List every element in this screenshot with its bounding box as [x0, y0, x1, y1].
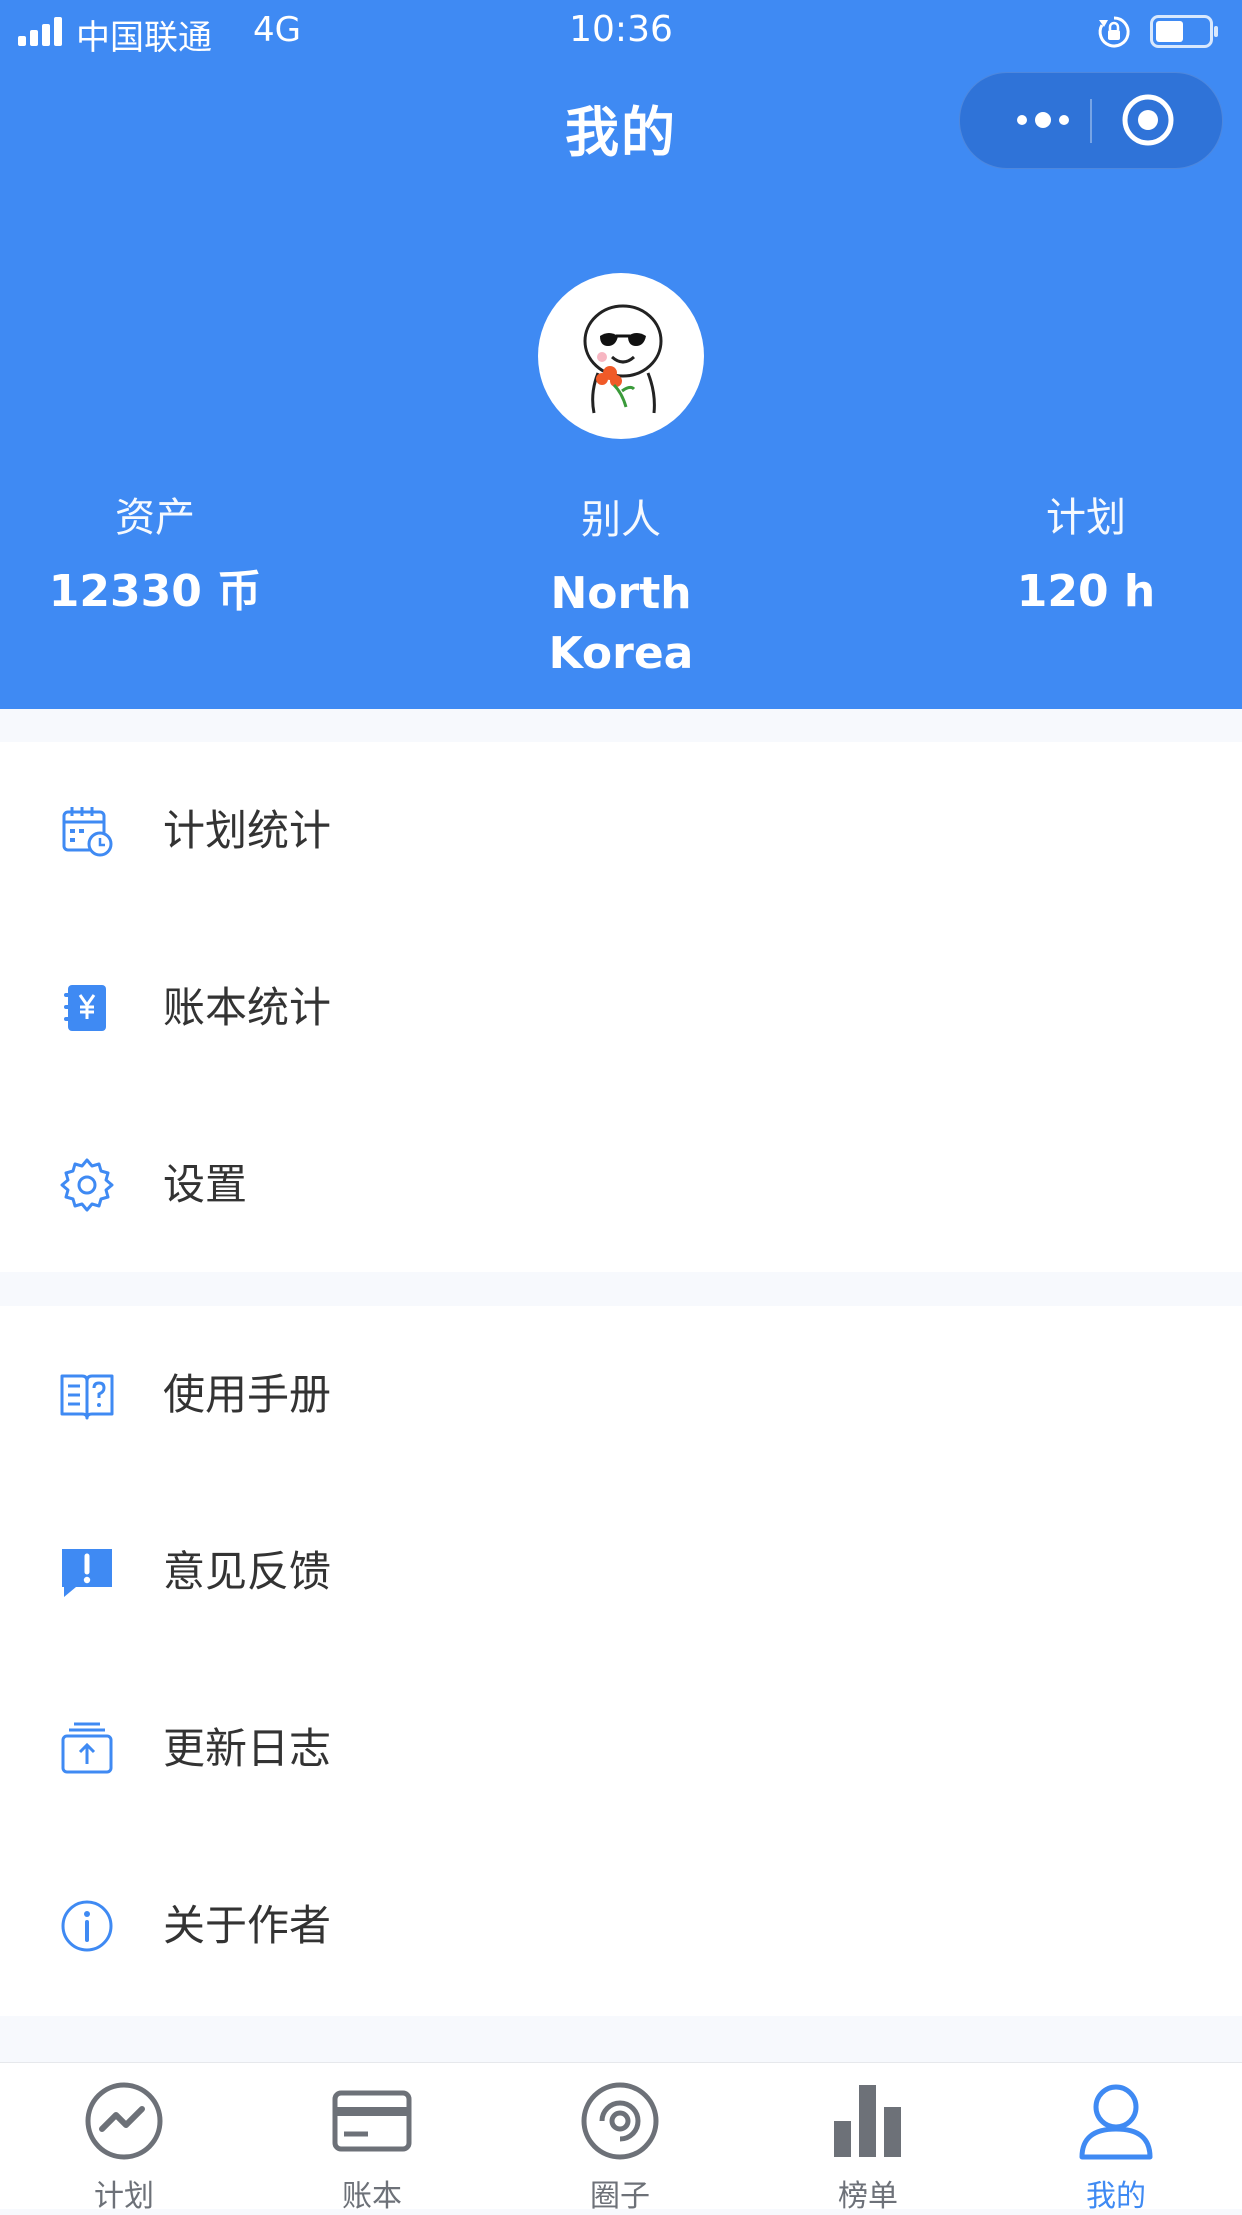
menu-item-manual[interactable]: 使用手册 [0, 1306, 1242, 1483]
status-time: 10:36 [569, 9, 673, 50]
tab-mine-label: 我的 [1086, 2179, 1146, 2214]
user-icon [1079, 2084, 1153, 2160]
menu-item-feedback[interactable]: 意见反馈 [0, 1483, 1242, 1660]
menu-item-settings[interactable]: 设置 [0, 1096, 1242, 1273]
avatar[interactable] [538, 273, 704, 439]
menu-label-about-author: 关于作者 [163, 1901, 332, 1950]
profile-header: 中国联通 4G 10:36 我的 资产 12330 币 别人 North Kor… [0, 0, 1242, 709]
menu-item-about-author[interactable]: 关于作者 [0, 1837, 1242, 2014]
stat-assets-value: 12330 币 [48, 566, 262, 617]
status-bar: 中国联通 4G 10:36 [0, 0, 1242, 62]
bar-chart-icon [834, 2085, 901, 2157]
stat-other: 别人 North Korea [471, 492, 771, 684]
tab-ranking[interactable]: 榜单 [744, 2063, 992, 2214]
menu-label-settings: 设置 [163, 1160, 248, 1209]
tab-mine[interactable]: 我的 [992, 2063, 1240, 2214]
menu-item-changelog[interactable]: 更新日志 [0, 1660, 1242, 1837]
avatar-face-icon [583, 304, 663, 414]
ledger-yen-icon [64, 985, 106, 1031]
update-log-icon [61, 1722, 113, 1774]
manual-book-icon [60, 1374, 114, 1420]
card-icon [332, 2090, 412, 2152]
tab-ranking-label: 榜单 [838, 2179, 898, 2214]
close-mini-program-icon[interactable] [1092, 73, 1222, 168]
calendar-clock-icon [62, 807, 113, 857]
tab-bar: 计划 账本 圈子 榜单 我的 [0, 2062, 1242, 2214]
menu-label-manual: 使用手册 [163, 1370, 332, 1419]
stat-assets-label: 资产 [115, 495, 195, 541]
tab-circle-label: 圈子 [590, 2179, 650, 2214]
rotation-lock-icon [1098, 16, 1130, 48]
menu-label-changelog: 更新日志 [163, 1724, 332, 1773]
stat-plan-value: 120 h [1016, 566, 1156, 617]
tab-ledger-label: 账本 [342, 2179, 402, 2214]
menu-group-statistics: 计划统计 账本统计 设置 [0, 742, 1242, 1272]
tab-circle[interactable]: 圈子 [496, 2063, 744, 2214]
mini-program-capsule [959, 72, 1223, 169]
menu-label-ledger-stats: 账本统计 [163, 983, 332, 1032]
menu-item-ledger-stats[interactable]: 账本统计 [0, 919, 1242, 1096]
tab-ledger[interactable]: 账本 [248, 2063, 496, 2214]
stat-assets: 资产 12330 币 [5, 490, 305, 622]
stat-other-value: North Korea [548, 568, 694, 679]
menu-item-plan-stats[interactable]: 计划统计 [0, 742, 1242, 919]
menu-label-feedback: 意见反馈 [163, 1547, 332, 1596]
menu-group-help: 使用手册 意见反馈 更新日志 关于作者 [0, 1306, 1242, 2016]
stat-plan-label: 计划 [1046, 495, 1126, 541]
more-options-icon[interactable] [1000, 73, 1090, 168]
stat-other-label: 别人 [581, 497, 661, 543]
menu-label-plan-stats: 计划统计 [163, 806, 332, 855]
battery-icon [1150, 15, 1218, 48]
tab-plan-label: 计划 [94, 2179, 154, 2214]
trend-circle-icon [85, 2082, 163, 2160]
stat-plan: 计划 120 h [936, 490, 1236, 622]
tab-plan[interactable]: 计划 [0, 2063, 248, 2214]
gear-icon [60, 1158, 114, 1212]
circle-ring-icon [581, 2082, 659, 2160]
info-icon [61, 1900, 113, 1952]
feedback-icon [62, 1549, 112, 1597]
